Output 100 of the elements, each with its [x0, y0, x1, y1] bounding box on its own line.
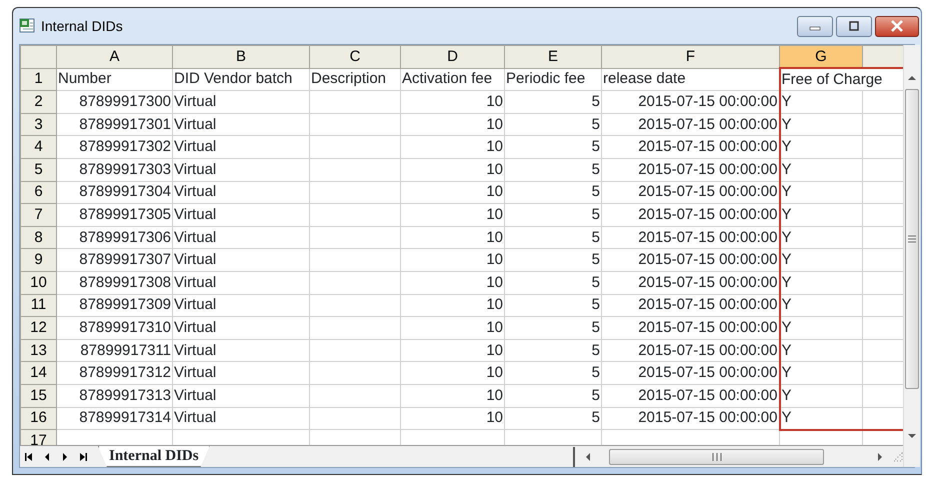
table-cell: 87899917302: [79, 138, 171, 156]
table-cell: 2015-07-15 00:00:00: [638, 364, 778, 382]
vertical-scrollbar-thumb[interactable]: [905, 89, 919, 389]
table-cell: 2015-07-15 00:00:00: [638, 409, 778, 426]
table-cell: Virtual: [174, 160, 216, 178]
maximize-icon: [848, 21, 860, 31]
row-header[interactable]: 16: [20, 407, 56, 430]
table-cell: 10: [486, 296, 503, 314]
table-cell: 5: [592, 342, 600, 359]
table-cell: 2015-07-15 00:00:00: [638, 206, 778, 223]
row-header[interactable]: 11: [20, 294, 56, 317]
table-cell: 2015-07-15 00:00:00: [638, 296, 778, 314]
table-cell: Virtual: [174, 386, 216, 404]
table-cell: Y: [782, 274, 792, 291]
table-cell: 10: [486, 386, 503, 404]
column-header[interactable]: B: [172, 46, 310, 68]
left-triangle-icon: [584, 452, 592, 462]
table-cell: 5: [592, 228, 600, 246]
column-header[interactable]: G: [780, 46, 862, 68]
table-cell: Virtual: [174, 92, 216, 110]
table-cell: Virtual: [174, 228, 216, 246]
table-cell: 2015-07-15 00:00:00: [638, 160, 778, 178]
table-cell: 2015-07-15 00:00:00: [638, 318, 778, 336]
table-cell: 5: [592, 386, 600, 404]
table-cell: Virtual: [174, 251, 216, 268]
row-header[interactable]: 12: [20, 316, 56, 340]
table-cell: 10: [486, 318, 503, 336]
table-cell: 5: [592, 364, 600, 382]
table-cell: Y: [782, 296, 792, 314]
table-cell: Virtual: [174, 342, 216, 359]
table-cell: Virtual: [174, 318, 216, 336]
row-header[interactable]: 4: [20, 136, 56, 158]
minimize-button[interactable]: [797, 16, 833, 36]
resize-grip-icon[interactable]: [893, 452, 903, 462]
close-button[interactable]: [875, 16, 919, 36]
table-cell: 5: [592, 206, 600, 223]
table-cell: Number: [58, 70, 112, 88]
table-cell: 2015-07-15 00:00:00: [638, 183, 778, 200]
table-cell: 5: [592, 274, 600, 291]
table-cell: 10: [486, 138, 503, 156]
row-header[interactable]: 14: [20, 362, 56, 384]
table-cell: Y: [782, 386, 792, 404]
row-header[interactable]: 8: [20, 226, 56, 249]
table-cell: 2015-07-15 00:00:00: [638, 342, 778, 359]
table-cell: 5: [592, 160, 600, 178]
table-cell: 87899917313: [79, 386, 171, 404]
maximize-button[interactable]: [836, 16, 872, 36]
table-cell: Virtual: [174, 296, 216, 314]
row-header[interactable]: 2: [20, 90, 56, 114]
column-header[interactable]: D: [400, 46, 504, 68]
table-cell: 87899917311: [80, 342, 171, 359]
table-cell: 10: [486, 342, 503, 359]
table-cell: Virtual: [174, 364, 216, 382]
table-cell: 2015-07-15 00:00:00: [638, 116, 778, 133]
table-cell: 10: [486, 251, 503, 268]
table-cell: 5: [592, 138, 600, 156]
table-cell: 87899917303: [79, 160, 171, 178]
row-header[interactable]: 17: [20, 430, 56, 445]
column-header[interactable]: F: [602, 46, 780, 68]
row-header[interactable]: 1: [20, 68, 56, 91]
column-header[interactable]: [862, 46, 903, 68]
table-cell: Y: [782, 160, 792, 178]
table-cell: 87899917312: [79, 364, 171, 382]
table-cell: 10: [486, 116, 503, 133]
table-cell: 10: [486, 206, 503, 223]
row-header[interactable]: 15: [20, 384, 56, 407]
table-cell: 10: [486, 160, 503, 178]
table-cell: Y: [782, 228, 792, 246]
table-cell: Y: [782, 116, 792, 133]
column-header[interactable]: E: [504, 46, 602, 68]
table-cell: 87899917307: [79, 251, 171, 268]
column-header[interactable]: A: [56, 46, 172, 68]
table-cell: Free of Charge: [782, 70, 882, 88]
table-cell: 2015-07-15 00:00:00: [638, 251, 778, 268]
table-cell: 5: [592, 296, 600, 314]
row-header[interactable]: 6: [20, 181, 56, 204]
sheet-tab[interactable]: Internal DIDs: [98, 446, 210, 467]
row-header[interactable]: 5: [20, 158, 56, 182]
row-header[interactable]: 9: [20, 248, 56, 272]
table-cell: 10: [486, 409, 503, 426]
table-cell: Y: [782, 92, 792, 110]
down-triangle-icon: [907, 433, 917, 439]
table-cell: 2015-07-15 00:00:00: [638, 228, 778, 246]
table-cell: 87899917306: [79, 228, 171, 246]
row-header[interactable]: 10: [20, 271, 56, 294]
row-header[interactable]: 7: [20, 204, 56, 226]
table-cell: 87899917308: [79, 274, 171, 291]
table-cell: Y: [782, 183, 792, 200]
table-cell: Y: [782, 138, 792, 156]
horizontal-scrollbar-thumb[interactable]: [609, 448, 824, 464]
table-cell: 5: [592, 116, 600, 133]
row-header[interactable]: 13: [20, 339, 56, 362]
column-header[interactable]: C: [310, 46, 400, 68]
left-triangle-icon: [43, 452, 51, 462]
table-cell: 2015-07-15 00:00:00: [638, 92, 778, 110]
last-icon: [78, 452, 88, 462]
row-header[interactable]: 3: [20, 113, 56, 136]
table-cell: 2015-07-15 00:00:00: [638, 274, 778, 291]
table-cell: 5: [592, 92, 600, 110]
table-cell: Virtual: [174, 116, 216, 133]
